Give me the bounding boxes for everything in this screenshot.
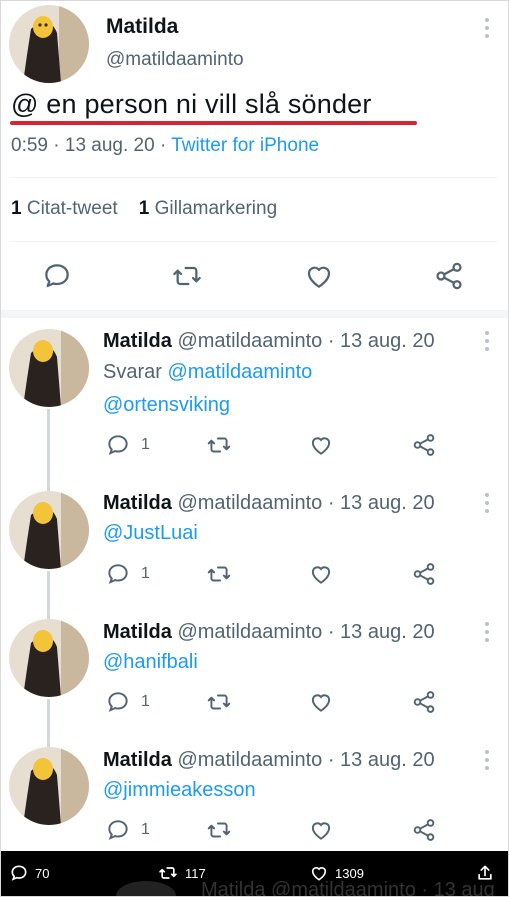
- more-options-icon[interactable]: [484, 18, 490, 38]
- bottom-likes[interactable]: 1309: [309, 863, 364, 883]
- reply-icon[interactable]: [41, 260, 73, 292]
- share-icon[interactable]: [433, 260, 465, 292]
- replying-to: Svarar @matildaaminto: [103, 361, 313, 383]
- reply-icon[interactable]: [105, 432, 131, 458]
- divider: [9, 241, 497, 242]
- retweet-icon[interactable]: [206, 817, 232, 843]
- reply-text[interactable]: @JustLuai: [103, 522, 198, 545]
- author-name[interactable]: Matilda: [103, 330, 172, 352]
- retweet-icon[interactable]: [206, 689, 232, 715]
- red-underline: [10, 121, 417, 125]
- bottom-engagement-bar: Matilda @matildaaminto · 13 aug 70 117 1…: [1, 851, 508, 896]
- avatar[interactable]: [9, 619, 89, 697]
- handle-date[interactable]: @matildaaminto · 13 aug. 20: [177, 330, 434, 352]
- like-icon[interactable]: [308, 561, 334, 587]
- engagement-stats: 1 Citat-tweet 1 Gillamarkering: [11, 198, 277, 220]
- avatar: [116, 881, 176, 896]
- share-icon[interactable]: [411, 432, 437, 458]
- thread-line: [47, 409, 50, 491]
- reply-icon[interactable]: [105, 689, 131, 715]
- handle-date[interactable]: @matildaaminto · 13 aug. 20: [177, 492, 434, 514]
- reply-count: 1: [141, 436, 150, 453]
- reply-header: Matilda @matildaaminto · 13 aug. 20: [103, 749, 435, 772]
- reply-header: Matilda @matildaaminto · 13 aug. 20: [103, 492, 435, 515]
- author-name[interactable]: Matilda: [106, 15, 178, 39]
- reply-count: 1: [141, 821, 150, 838]
- tweet-text: @ en person ni vill slå sönder: [11, 89, 372, 119]
- handle-date[interactable]: @matildaaminto · 13 aug. 20: [177, 749, 434, 771]
- share-icon[interactable]: [411, 689, 437, 715]
- reply-count: 1: [141, 693, 150, 710]
- retweet-icon: [159, 867, 177, 879]
- author-handle[interactable]: @matildaaminto: [106, 49, 244, 71]
- like-icon[interactable]: [308, 432, 334, 458]
- thread-line: [47, 571, 50, 619]
- divider: [9, 177, 497, 178]
- thread-line: [47, 699, 50, 747]
- share-icon[interactable]: [411, 561, 437, 587]
- bottom-like-count: 1309: [335, 865, 364, 881]
- quote-tweets-stat[interactable]: 1 Citat-tweet: [11, 198, 118, 219]
- mention-link[interactable]: @matildaaminto: [167, 361, 312, 383]
- like-icon[interactable]: [303, 260, 335, 292]
- avatar[interactable]: [9, 491, 89, 569]
- bottom-reply-count: 70: [35, 865, 50, 881]
- avatar[interactable]: [9, 329, 89, 407]
- reply-header: Matilda @matildaaminto · 13 aug. 20: [103, 621, 435, 644]
- tweet-date[interactable]: 13 aug. 20: [65, 135, 155, 156]
- more-options-icon[interactable]: [484, 622, 490, 642]
- bottom-retweets[interactable]: 117: [157, 863, 206, 883]
- handle-date[interactable]: @matildaaminto · 13 aug. 20: [177, 621, 434, 643]
- avatar[interactable]: [9, 5, 89, 83]
- upload-share-button[interactable]: [475, 863, 495, 883]
- avatar[interactable]: [9, 747, 89, 825]
- like-icon[interactable]: [308, 817, 334, 843]
- tweet-source[interactable]: Twitter for iPhone: [171, 135, 319, 156]
- share-icon[interactable]: [411, 817, 437, 843]
- tweet-thread: Matilda @matildaaminto @ en person ni vi…: [0, 0, 509, 897]
- like-icon: [311, 867, 327, 881]
- bottom-retweet-count: 117: [185, 865, 206, 881]
- more-options-icon[interactable]: [484, 493, 490, 513]
- like-icon[interactable]: [308, 689, 334, 715]
- retweet-icon[interactable]: [171, 260, 203, 292]
- reply-text[interactable]: @jimmieakesson: [103, 779, 256, 802]
- likes-stat[interactable]: 1 Gillamarkering: [139, 198, 277, 219]
- reply-icon[interactable]: [105, 817, 131, 843]
- tweet-timestamp: 0:59 · 13 aug. 20 · Twitter for iPhone: [11, 135, 320, 156]
- reply-icon[interactable]: [105, 561, 131, 587]
- author-name[interactable]: Matilda: [103, 492, 172, 514]
- section-separator: [1, 310, 508, 318]
- reply-text[interactable]: @hanifbali: [103, 651, 198, 674]
- retweet-icon[interactable]: [206, 561, 232, 587]
- upload-icon: [478, 865, 492, 880]
- tweet-time[interactable]: 0:59: [11, 135, 48, 156]
- reply-header: Matilda @matildaaminto · 13 aug. 20: [103, 330, 435, 353]
- reply-text[interactable]: @ortensviking: [103, 394, 230, 417]
- more-options-icon[interactable]: [484, 750, 490, 770]
- retweet-icon[interactable]: [206, 432, 232, 458]
- bottom-replies[interactable]: 70: [9, 863, 49, 883]
- author-name[interactable]: Matilda: [103, 621, 172, 643]
- reply-count: 1: [141, 565, 150, 582]
- reply-icon: [11, 865, 27, 881]
- author-name[interactable]: Matilda: [103, 749, 172, 771]
- more-options-icon[interactable]: [484, 331, 490, 351]
